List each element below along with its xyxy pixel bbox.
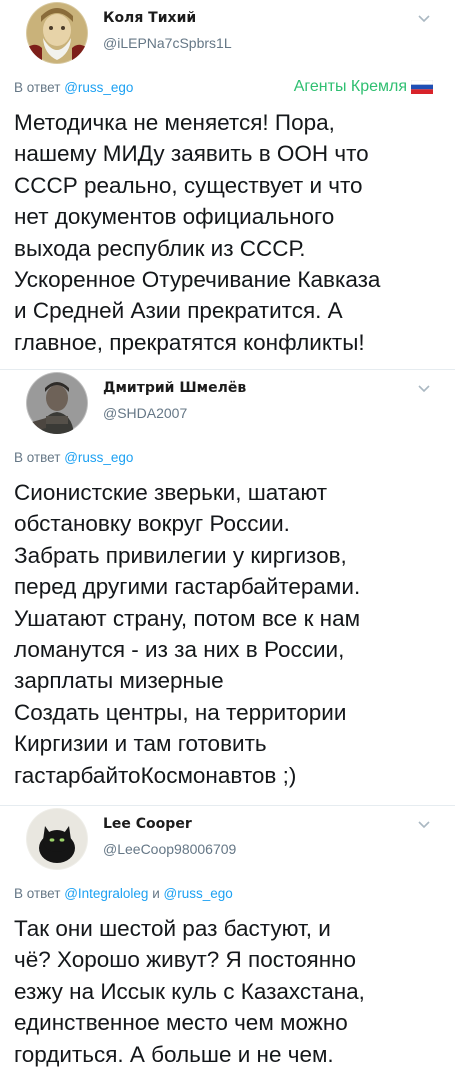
display-name[interactable]: Lee Cooper (103, 816, 192, 832)
user-handle[interactable]: @LeeCoop98006709 (103, 841, 236, 857)
tweet-text: Так они шестой раз бастуют, и чё? Хорошо… (14, 916, 365, 1067)
tweet-header: Коля Тихий @iLEPNa7cSpbrs1L (12, 0, 443, 66)
chevron-down-icon[interactable] (417, 818, 431, 832)
display-name[interactable]: Коля Тихий (103, 10, 196, 26)
reply-mention-link[interactable]: @russ_ego (164, 886, 233, 901)
avatar[interactable] (26, 372, 88, 434)
russian-flag-icon (410, 79, 434, 94)
reply-prefix: В ответ (14, 886, 61, 901)
reply-mention-link[interactable]: @russ_ego (64, 80, 133, 95)
reply-mention-link[interactable]: @russ_ego (64, 450, 133, 465)
tweet-header: Lee Cooper @LeeCoop98006709 (12, 806, 443, 872)
reply-context: В ответ @russ_ego (14, 450, 443, 474)
chevron-down-icon[interactable] (417, 12, 431, 26)
tweet[interactable]: Дмитрий Шмелёв @SHDA2007 В ответ @russ_e… (0, 370, 455, 806)
reply-context: В ответ @Integraloleg и @russ_ego (14, 886, 443, 910)
tweet-header: Дмитрий Шмелёв @SHDA2007 (12, 370, 443, 436)
reply-context: В ответ @russ_ego Агенты Кремля (14, 78, 443, 104)
tweet[interactable]: Lee Cooper @LeeCoop98006709 В ответ @Int… (0, 806, 455, 1080)
display-name[interactable]: Дмитрий Шмелёв (103, 380, 246, 396)
user-handle[interactable]: @iLEPNa7cSpbrs1L (103, 35, 232, 51)
tweet-feed: Коля Тихий @iLEPNa7cSpbrs1L В ответ @rus… (0, 0, 455, 1080)
chevron-down-icon[interactable] (417, 382, 431, 396)
tweet-text: Сионистские зверьки, шатают обстановку в… (14, 480, 361, 788)
tweet-text: Методичка не меняется! Пора, нашему МИДу… (14, 110, 381, 355)
avatar-soldier-icon (26, 372, 88, 434)
avatar[interactable] (26, 2, 88, 64)
agents-tag: Агенты Кремля (293, 78, 407, 95)
avatar[interactable] (26, 808, 88, 870)
reply-prefix: В ответ (14, 80, 61, 95)
tweet[interactable]: Коля Тихий @iLEPNa7cSpbrs1L В ответ @rus… (0, 0, 455, 370)
user-handle[interactable]: @SHDA2007 (103, 405, 187, 421)
reply-prefix: В ответ (14, 450, 61, 465)
avatar-black-cat-icon (26, 808, 88, 870)
avatar-portrait-icon (26, 2, 88, 64)
reply-joiner: и (152, 886, 160, 901)
reply-mention-link[interactable]: @Integraloleg (64, 886, 148, 901)
